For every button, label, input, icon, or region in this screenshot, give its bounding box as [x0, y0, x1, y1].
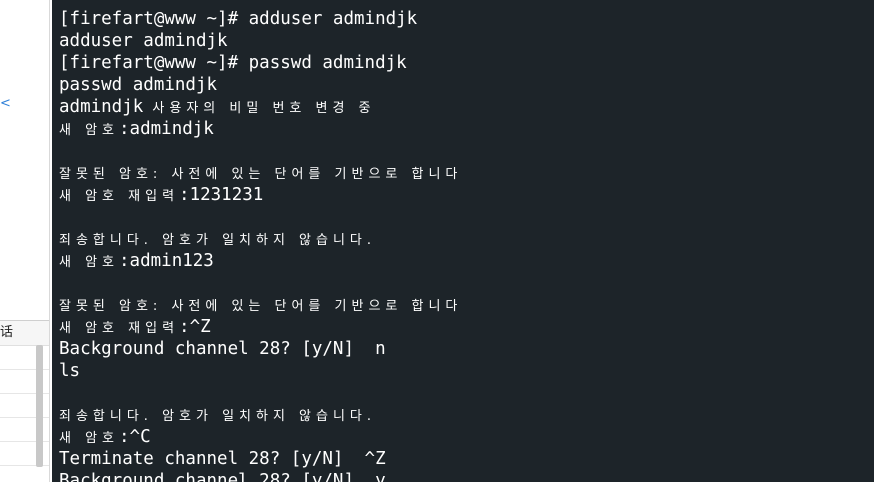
terminal-line: 새 암호:^C — [59, 426, 462, 448]
terminal-line: adduser admindjk — [59, 30, 462, 52]
terminal-line: Background channel 28? [y/N] n — [59, 338, 462, 360]
terminal-line: 새 암호 재입력:^Z — [59, 316, 462, 338]
sidebar-scrollbar[interactable] — [36, 345, 43, 467]
terminal-text-korean: 새 암호 — [59, 431, 120, 446]
terminal-text: [firefart@www ~]# passwd admindjk — [59, 53, 407, 73]
terminal-output[interactable]: [firefart@www ~]# adduser admindjk adduse… — [52, 0, 874, 482]
terminal-text-korean: 새 암호 — [59, 255, 120, 270]
terminal-text-korean: 죄송합니다. 암호가 일치하지 않습니다. — [59, 409, 377, 424]
terminal-text: [firefart@www ~]# adduser admindjk — [59, 9, 418, 29]
sidebar-collapse-icon[interactable]: < — [0, 96, 11, 111]
terminal-text-korean: 잘못된 암호: 사전에 있는 단어를 기반으로 합니다 — [59, 299, 463, 314]
terminal-line: 죄송합니다. 암호가 일치하지 않습니다. — [59, 404, 462, 426]
sidebar-panel-header[interactable]: 话 — [0, 321, 49, 346]
terminal-text: ls — [59, 361, 81, 381]
terminal-text-korean: 사용자의 비밀 번호 변경 중 — [143, 101, 376, 116]
terminal-line: 죄송합니다. 암호가 일치하지 않습니다. — [59, 228, 462, 250]
terminal-text: :admin123 — [119, 251, 214, 271]
terminal-text-korean: 새 암호 재입력 — [59, 189, 180, 204]
terminal-text: passwd admindjk — [59, 75, 218, 95]
terminal-text-korean: 죄송합니다. 암호가 일치하지 않습니다. — [59, 233, 377, 248]
terminal-line: [firefart@www ~]# passwd admindjk — [59, 52, 462, 74]
terminal-line: [firefart@www ~]# adduser admindjk — [59, 8, 462, 30]
terminal-line: admindjk 사용자의 비밀 번호 변경 중 — [59, 96, 462, 118]
terminal-line: 잘못된 암호: 사전에 있는 단어를 기반으로 합니다 — [59, 162, 462, 184]
left-sidebar: < 话 — [0, 0, 52, 482]
terminal-line: passwd admindjk — [59, 74, 462, 96]
terminal-line: 새 암호 재입력:1231231 — [59, 184, 462, 206]
terminal-lines: [firefart@www ~]# adduser admindjk adduse… — [59, 8, 462, 482]
terminal-line: 새 암호:admindjk — [59, 118, 462, 140]
terminal-text: Terminate channel 28? [y/N] ^Z — [59, 449, 386, 469]
terminal-text: admindjk — [59, 97, 144, 117]
terminal-text: :^C — [119, 427, 151, 447]
terminal-line: Terminate channel 28? [y/N] ^Z — [59, 448, 462, 470]
terminal-text-korean: 새 암호 재입력 — [59, 321, 180, 336]
terminal-text: :admindjk — [119, 119, 214, 139]
sidebar-divider — [49, 0, 50, 482]
terminal-line: 잘못된 암호: 사전에 있는 단어를 기반으로 합니다 — [59, 294, 462, 316]
terminal-text: adduser admindjk — [59, 31, 228, 51]
terminal-text: :^Z — [179, 317, 211, 337]
terminal-text: Background channel 28? [y/N] n — [59, 339, 386, 359]
terminal-text: :1231231 — [179, 185, 264, 205]
terminal-text-korean: 새 암호 — [59, 123, 120, 138]
terminal-line: Background channel 28? [y/N] y — [59, 470, 462, 482]
terminal-text: Background channel 28? [y/N] y — [59, 471, 386, 482]
screen: < 话 [firefart@www ~]# adduser admindjk ad… — [0, 0, 874, 482]
terminal-line: ls — [59, 360, 462, 382]
terminal-line: 새 암호:admin123 — [59, 250, 462, 272]
terminal-text-korean: 잘못된 암호: 사전에 있는 단어를 기반으로 합니다 — [59, 167, 463, 182]
